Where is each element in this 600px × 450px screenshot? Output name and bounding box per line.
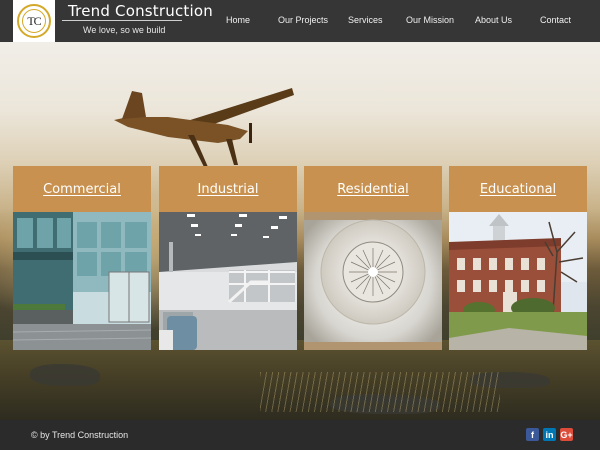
logo-ring: TC <box>17 4 51 38</box>
category-card-commercial[interactable]: Commercial <box>13 166 151 350</box>
card-header: Educational <box>449 166 587 212</box>
nav-services[interactable]: Services <box>348 15 383 25</box>
rock <box>30 364 100 386</box>
category-card-industrial[interactable]: Industrial <box>159 166 297 350</box>
nav-home[interactable]: Home <box>226 15 250 25</box>
grass <box>260 372 500 412</box>
card-header: Residential <box>304 166 442 212</box>
card-header: Industrial <box>159 166 297 212</box>
card-header: Commercial <box>13 166 151 212</box>
nav-about-us[interactable]: About Us <box>475 15 512 25</box>
category-card-residential[interactable]: Residential <box>304 166 442 350</box>
card-link-residential[interactable]: Residential <box>337 182 409 197</box>
nav-contact[interactable]: Contact <box>540 15 571 25</box>
card-link-educational[interactable]: Educational <box>480 182 556 197</box>
site-header: TC Trend Construction We love, so we bui… <box>0 0 600 42</box>
logo[interactable]: TC <box>13 0 55 42</box>
linkedin-icon[interactable]: in <box>543 428 556 441</box>
nav-our-mission[interactable]: Our Mission <box>406 15 454 25</box>
warehouse-interior-icon <box>159 212 297 350</box>
card-link-industrial[interactable]: Industrial <box>198 182 259 197</box>
glass-building-icon <box>13 212 151 350</box>
copyright-text: © by Trend Construction <box>31 430 129 440</box>
card-image-educational[interactable] <box>449 212 587 350</box>
site-title[interactable]: Trend Construction <box>68 2 213 20</box>
ceiling-light-icon <box>304 212 442 350</box>
main-nav: Home Our Projects Services Our Mission A… <box>200 0 600 42</box>
site-tagline: We love, so we build <box>83 25 166 35</box>
school-building-icon <box>449 212 587 350</box>
nav-our-projects[interactable]: Our Projects <box>278 15 328 25</box>
logo-monogram: TC <box>27 13 41 28</box>
site-footer: © by Trend Construction f in G+ <box>0 420 600 450</box>
category-card-educational[interactable]: Educational <box>449 166 587 350</box>
card-link-commercial[interactable]: Commercial <box>43 182 121 197</box>
title-divider <box>62 20 182 21</box>
card-image-commercial[interactable] <box>13 212 151 350</box>
card-image-industrial[interactable] <box>159 212 297 350</box>
facebook-icon[interactable]: f <box>526 428 539 441</box>
card-image-residential[interactable] <box>304 212 442 350</box>
google-plus-icon[interactable]: G+ <box>560 428 573 441</box>
